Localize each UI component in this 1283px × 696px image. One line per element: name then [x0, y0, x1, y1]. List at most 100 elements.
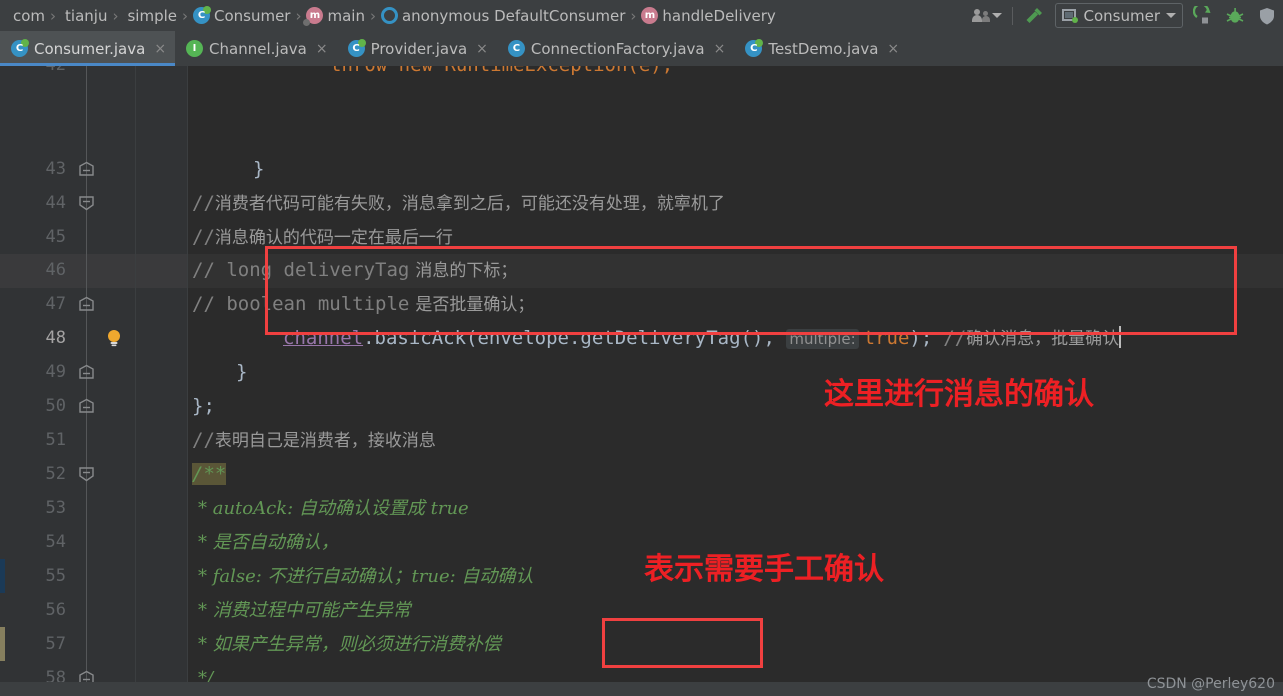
editor-line-53: 53 * autoAck: 自动确认设置成 true: [0, 491, 1283, 525]
tab-label: Provider.java: [370, 39, 468, 58]
code-token-channel[interactable]: channel: [283, 327, 363, 349]
breadcrumb-item-consumer[interactable]: Consumer: [190, 0, 294, 31]
fold-collapse-icon[interactable]: [78, 161, 95, 177]
editor-line-52: 52 /**: [0, 457, 1283, 491]
anonymous-class-icon: [380, 7, 398, 24]
line-number: 51: [45, 430, 66, 450]
code-comment-text: 消息确认的代码一定在最后一行: [214, 228, 453, 248]
editor-line-47: 47 // boolean multiple 是否批量确认；: [0, 287, 1283, 321]
breadcrumb-label: tianju: [65, 6, 108, 25]
code-comment-text: 是否批量确认；: [415, 295, 535, 315]
hammer-icon: [1026, 7, 1042, 23]
breadcrumb-label: handleDelivery: [662, 6, 776, 25]
editor-line-51: 51 //表明自己是消费者，接收消息: [0, 423, 1283, 457]
line-number: 53: [45, 498, 66, 518]
share-settings-button[interactable]: [966, 0, 1008, 31]
editor-line-44: 44 //消费者代码可能有失败，消息拿到之后，可能还没有处理，就寕机了: [0, 186, 1283, 220]
idea-editor-window: com › tianju › simple › Consumer › main …: [0, 0, 1283, 696]
annotation-text-ack: 这里进行消息的确认: [824, 377, 1094, 412]
build-project-button[interactable]: [1017, 0, 1051, 31]
java-class-icon: [347, 39, 366, 57]
close-icon[interactable]: ×: [476, 42, 488, 56]
tab-provider-java[interactable]: Provider.java ×: [336, 31, 497, 66]
breadcrumb-item-handledelivery[interactable]: handleDelivery: [638, 0, 778, 31]
run-configuration-selector[interactable]: Consumer: [1054, 3, 1183, 28]
breadcrumb-item-main[interactable]: main: [303, 0, 367, 31]
code-token: }: [236, 361, 248, 383]
line-number: 52: [45, 464, 66, 484]
close-icon[interactable]: ×: [154, 42, 166, 56]
line-number: 56: [45, 600, 66, 620]
javadoc-text: * false: 不进行自动确认；true: 自动确认: [198, 566, 534, 587]
line-number: 48: [45, 328, 66, 348]
breadcrumb-item-com[interactable]: com: [6, 0, 48, 31]
breadcrumb-item-anonymous-defaultconsumer[interactable]: anonymous DefaultConsumer: [378, 0, 628, 31]
annotation-text-manual-ack: 表示需要手工确认: [644, 552, 884, 587]
editor-line-45: 45 //消息确认的代码一定在最后一行: [0, 220, 1283, 254]
java-class-icon: [11, 39, 29, 57]
line-number: 50: [45, 396, 66, 416]
fold-region-end-icon[interactable]: [78, 195, 95, 211]
breadcrumb-label: main: [327, 6, 365, 25]
breadcrumb-separator: ›: [295, 6, 302, 25]
editor-line-48: 48 channel.basicAck(envelope.getDelivery…: [0, 321, 1283, 355]
line-number: 54: [45, 532, 66, 552]
code-token: //: [943, 327, 967, 349]
line-number: 57: [45, 634, 66, 654]
javadoc-text: * 是否自动确认，: [198, 532, 339, 553]
fold-collapse-icon[interactable]: [78, 296, 95, 312]
breadcrumb-label: com: [13, 6, 46, 25]
line-number: 44: [45, 193, 66, 213]
breadcrumb-item-tianju[interactable]: tianju: [58, 0, 110, 31]
tab-channel-java[interactable]: Channel.java ×: [175, 31, 337, 66]
code-comment-text: 表明自己是消费者，接收消息: [214, 431, 436, 451]
editor-line-43: 43 }: [0, 152, 1283, 186]
tab-connectionfactory-java[interactable]: ConnectionFactory.java ×: [496, 31, 735, 66]
method-icon: [641, 7, 659, 24]
debug-button[interactable]: [1219, 0, 1251, 31]
application-icon: [1061, 8, 1078, 23]
line-number: 45: [45, 227, 66, 247]
java-class-icon: [745, 39, 764, 57]
run-configuration-name: Consumer: [1083, 6, 1161, 25]
line-number: 49: [45, 362, 66, 382]
javadoc-start-token: /**: [192, 463, 227, 485]
code-token: }: [253, 158, 265, 180]
fold-region-end-icon[interactable]: [78, 466, 95, 482]
tab-testdemo-java[interactable]: TestDemo.java ×: [734, 31, 909, 66]
javadoc-text: * 如果产生异常，则必须进行消费补偿: [198, 634, 501, 655]
breadcrumb-label: anonymous DefaultConsumer: [401, 6, 626, 25]
line-number: 42: [0, 66, 66, 82]
breadcrumb-separator: ›: [112, 6, 119, 25]
debug-bug-icon: [1226, 7, 1244, 23]
editor-tab-bar: Consumer.java × Channel.java × Provider.…: [0, 31, 1283, 66]
watermark-label: CSDN @Perley620: [1146, 676, 1275, 692]
intention-bulb-icon[interactable]: [104, 328, 124, 348]
editor-line-55: 55 * false: 不进行自动确认；true: 自动确认: [0, 559, 1283, 593]
coverage-shield-icon: [1260, 7, 1274, 24]
close-icon[interactable]: ×: [887, 42, 899, 56]
breadcrumb-label: simple: [127, 6, 177, 25]
chevron-down-icon: [991, 13, 1002, 18]
editor-line-42: 42 throw new RuntimeException(e);: [0, 66, 1283, 82]
close-icon[interactable]: ×: [714, 42, 726, 56]
tab-label: ConnectionFactory.java: [530, 39, 705, 58]
fold-collapse-icon[interactable]: [78, 364, 95, 380]
editor-line-57: 57 * 如果产生异常，则必须进行消费补偿: [0, 627, 1283, 661]
line-number: 47: [45, 294, 66, 314]
breadcrumb-separator: ›: [630, 6, 637, 25]
breadcrumb-item-simple[interactable]: simple: [120, 0, 180, 31]
tab-label: Channel.java: [209, 39, 307, 58]
toolbar-actions: Consumer: [966, 0, 1283, 31]
run-button[interactable]: [1187, 0, 1219, 31]
status-bar: [0, 682, 1283, 696]
text-caret: [1119, 326, 1122, 348]
coverage-button[interactable]: [1251, 0, 1283, 31]
fold-collapse-icon[interactable]: [78, 398, 95, 414]
breadcrumb-label: Consumer: [213, 6, 291, 25]
class-icon: [192, 6, 211, 24]
tab-consumer-java[interactable]: Consumer.java ×: [0, 31, 176, 66]
close-icon[interactable]: ×: [316, 42, 328, 56]
parameter-hint-multiple: multiple:: [786, 329, 859, 349]
breadcrumb-bar: com › tianju › simple › Consumer › main …: [0, 0, 1283, 31]
